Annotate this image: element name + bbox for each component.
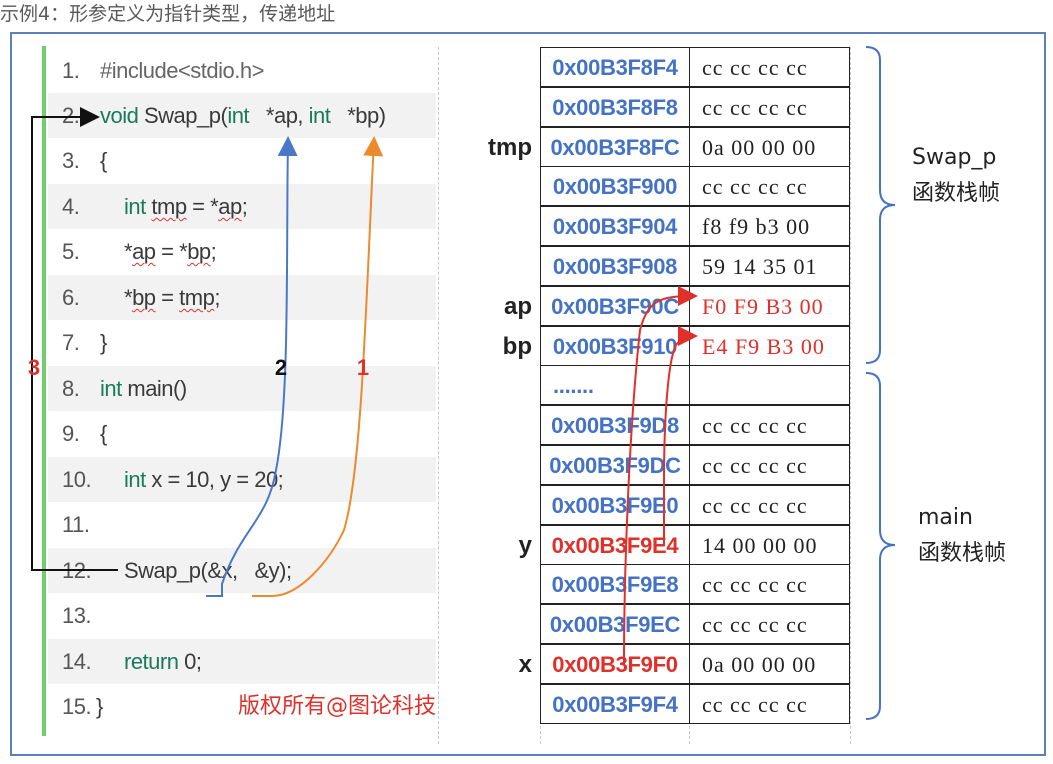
swap-frame-brace bbox=[865, 46, 896, 364]
arrow-label-1: 1 bbox=[357, 355, 369, 380]
pass-y-arrow bbox=[252, 136, 384, 597]
arrow-label-2: 2 bbox=[275, 355, 287, 380]
arrow-label-3: 3 bbox=[28, 355, 40, 380]
main-frame-brace bbox=[865, 372, 896, 720]
call-arrow bbox=[31, 107, 118, 571]
bp-points-to-y bbox=[663, 326, 698, 546]
arrows-overlay: 3 2 1 bbox=[28, 46, 896, 720]
ap-points-to-x bbox=[623, 286, 698, 665]
